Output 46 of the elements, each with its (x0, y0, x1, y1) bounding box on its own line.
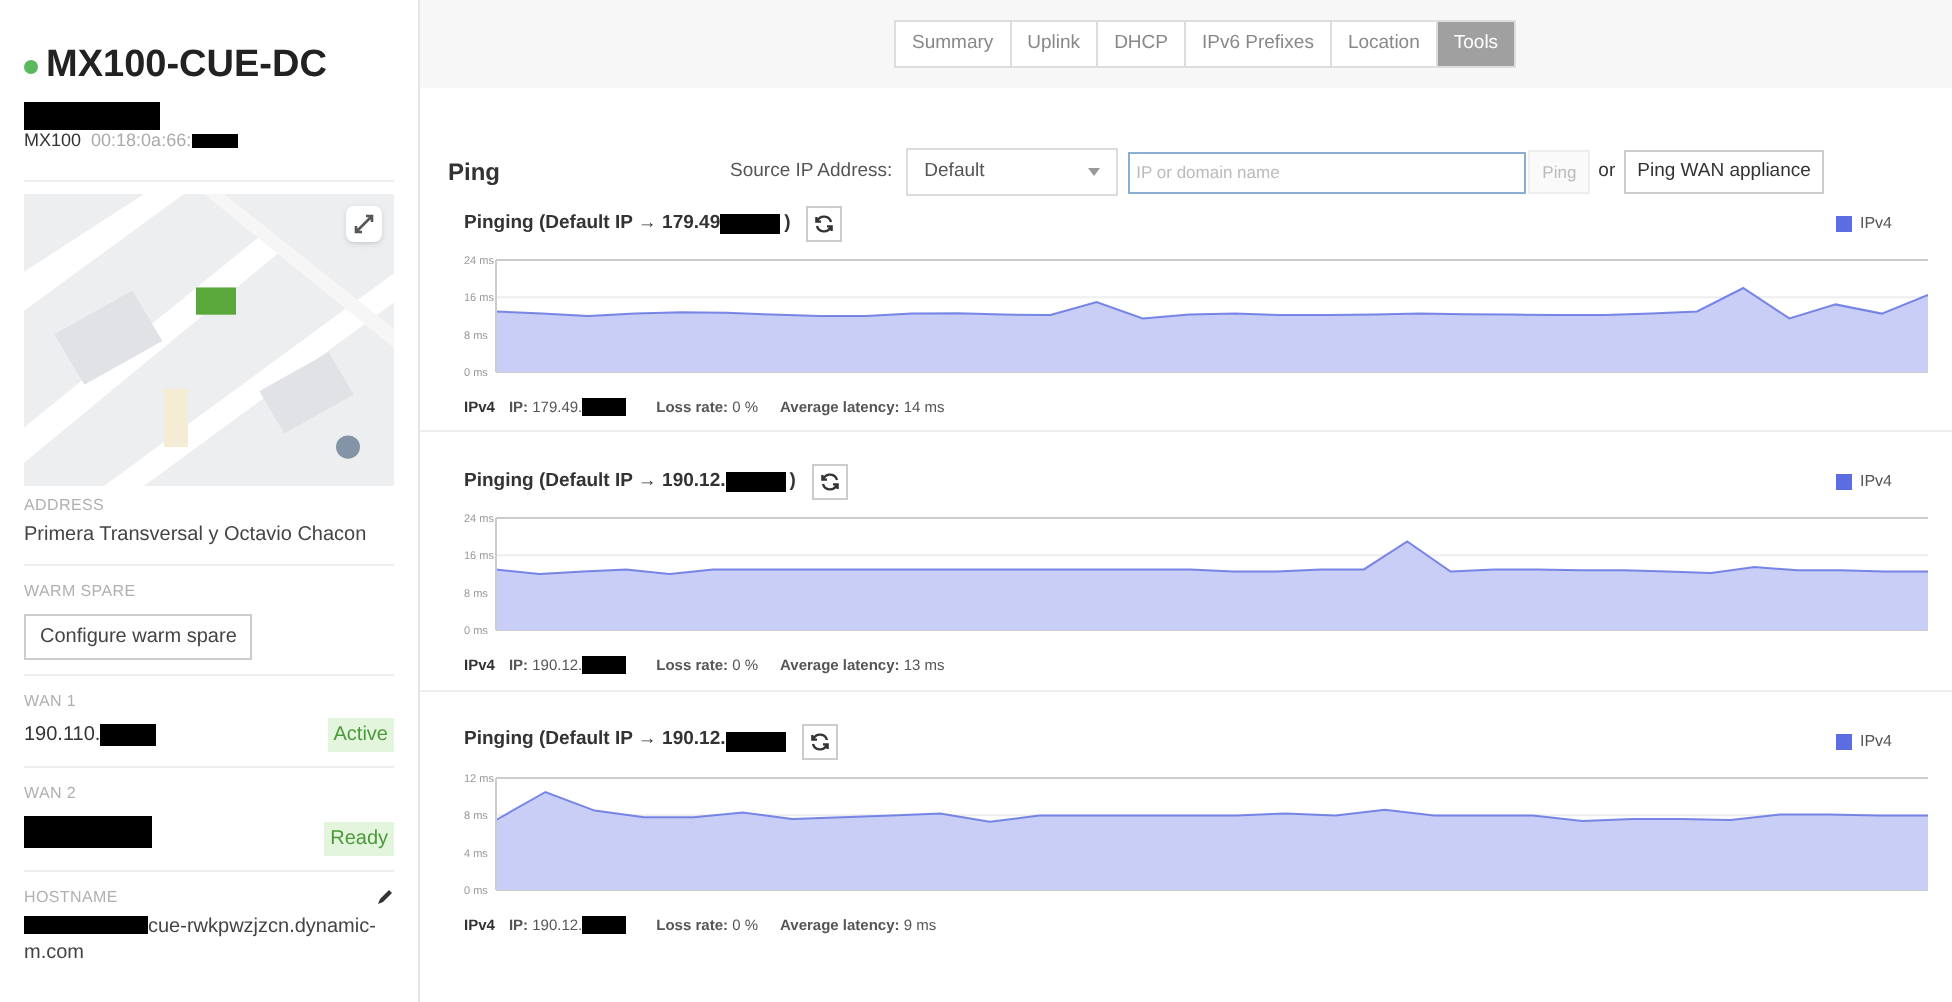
pencil-icon[interactable] (376, 888, 394, 906)
field-label: HOSTNAME (24, 885, 118, 909)
expand-icon (354, 213, 374, 233)
tab[interactable]: Tools (1435, 21, 1515, 67)
device-name: MX100-CUE-DC (46, 44, 327, 88)
title-suffix: ) (789, 468, 796, 497)
section-title: Ping (448, 156, 502, 190)
status-badge: Active (327, 717, 394, 751)
redaction-bar (725, 472, 786, 493)
expand-button[interactable] (346, 205, 382, 241)
tab[interactable]: IPv6 Prefixes (1183, 21, 1330, 67)
refresh-icon (819, 472, 840, 493)
tab[interactable]: Uplink (1009, 21, 1097, 67)
redaction-bar (725, 731, 786, 751)
hostname-value: cue-rwkpwzjzcn.dynamic-m.com (24, 915, 376, 963)
or-text: or (1598, 157, 1616, 186)
legend-label: IPv4 (1859, 729, 1892, 753)
redaction-bar (720, 214, 781, 234)
tab[interactable]: Summary (896, 21, 1010, 67)
mac-address: 00:18:0a:66: (91, 128, 192, 154)
title-suffix: ) (784, 209, 791, 238)
field-label: WARM SPARE (24, 579, 138, 603)
tab[interactable]: DHCP (1096, 21, 1184, 67)
source-select[interactable]: Default (906, 148, 1119, 196)
legend-label: IPv4 (1859, 470, 1892, 495)
refresh-icon (814, 214, 835, 234)
status-badge: Ready (324, 821, 394, 855)
result-title: Pinging (Default IP → 179.49 (464, 209, 721, 238)
target-field[interactable]: IP or domain name (1128, 151, 1527, 193)
wan-address: 190.110. (24, 721, 101, 749)
legend-label: IPv4 (1859, 212, 1892, 236)
refresh-button[interactable] (801, 723, 838, 759)
field-label: Source IP Address: (730, 157, 893, 186)
configure-warm-spare-button[interactable]: Configure warm spare (24, 613, 253, 659)
refresh-button[interactable] (811, 464, 848, 501)
refresh-icon (809, 731, 830, 751)
address-value: Primera Transversal y Octavio Chacon (24, 521, 369, 549)
result-title: Pinging (Default IP → 190.12. (464, 726, 726, 755)
field-label: ADDRESS (24, 493, 107, 517)
field-label: WAN 2 (24, 781, 79, 805)
caret-icon (1088, 168, 1101, 176)
refresh-button[interactable] (806, 206, 843, 242)
result-title: Pinging (Default IP → 190.12. (464, 468, 726, 497)
field-label: WAN 1 (24, 689, 79, 713)
model-label: MX100 (24, 128, 82, 154)
ping-wan-button[interactable]: Ping WAN appliance (1623, 150, 1825, 194)
